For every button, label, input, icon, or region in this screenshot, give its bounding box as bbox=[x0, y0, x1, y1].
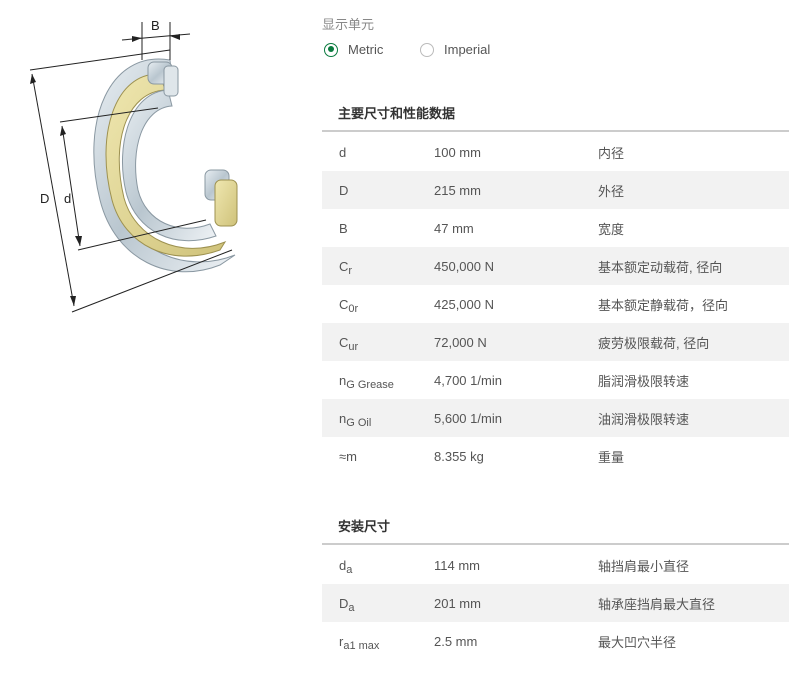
symbol-cell: D bbox=[339, 182, 349, 198]
description-cell: 基本额定动载荷, 径向 bbox=[598, 259, 723, 275]
table-row: B 47 mm 宽度 bbox=[322, 209, 789, 247]
table-row: da 114 mm 轴挡肩最小直径 bbox=[322, 546, 789, 584]
symbol-cell: C0r bbox=[339, 296, 359, 315]
description-cell: 疲劳极限载荷, 径向 bbox=[598, 335, 710, 351]
section-divider bbox=[322, 130, 789, 132]
table-row: nG Oil 5,600 1/min 油润滑极限转速 bbox=[322, 399, 789, 437]
imperial-label: Imperial bbox=[444, 42, 491, 57]
value-cell: 72,000 N bbox=[434, 334, 487, 350]
description-cell: 内径 bbox=[598, 145, 625, 161]
table-row: ≈m 8.355 kg 重量 bbox=[322, 437, 789, 475]
main-dimensions-table: d 100 mm 内径 D 215 mm 外径 B 47 mm 宽度 Cr 45… bbox=[322, 133, 789, 475]
description-cell: 轴承座挡肩最大直径 bbox=[598, 596, 716, 612]
section-divider bbox=[322, 543, 789, 545]
value-cell: 47 mm bbox=[434, 220, 474, 236]
metric-label: Metric bbox=[348, 42, 384, 57]
description-cell: 宽度 bbox=[598, 221, 625, 237]
description-cell: 重量 bbox=[598, 449, 625, 465]
description-cell: 轴挡肩最小直径 bbox=[598, 558, 690, 574]
symbol-cell: Cr bbox=[339, 258, 353, 277]
symbol-cell: B bbox=[339, 220, 348, 236]
symbol-cell: nG Oil bbox=[339, 410, 372, 429]
symbol-cell: d bbox=[339, 144, 347, 160]
symbol-cell: nG Grease bbox=[339, 372, 394, 391]
description-cell: 最大凹穴半径 bbox=[598, 634, 677, 650]
description-cell: 脂润滑极限转速 bbox=[598, 373, 690, 389]
table-row: Cur 72,000 N 疲劳极限载荷, 径向 bbox=[322, 323, 789, 361]
dimension-label-B: B bbox=[151, 18, 160, 33]
bearing-illustration: B D d bbox=[29, 18, 238, 313]
dimension-label-D: D bbox=[40, 191, 49, 206]
value-cell: 100 mm bbox=[434, 144, 481, 160]
mounting-dimensions-table: da 114 mm 轴挡肩最小直径 Da 201 mm 轴承座挡肩最大直径 ra… bbox=[322, 546, 789, 660]
value-cell: 114 mm bbox=[434, 557, 480, 573]
value-cell: 5,600 1/min bbox=[434, 410, 502, 426]
value-cell: 4,700 1/min bbox=[434, 372, 502, 388]
description-cell: 油润滑极限转速 bbox=[598, 411, 690, 427]
value-cell: 8.355 kg bbox=[434, 448, 484, 464]
value-cell: 425,000 N bbox=[434, 296, 494, 312]
mounting-dimensions-title: 安装尺寸 bbox=[338, 519, 391, 534]
symbol-cell: ≈m bbox=[339, 448, 357, 464]
main-dimensions-title: 主要尺寸和性能数据 bbox=[338, 106, 456, 121]
value-cell: 450,000 N bbox=[434, 258, 494, 274]
radio-checked-icon bbox=[324, 42, 338, 57]
table-row: d 100 mm 内径 bbox=[322, 133, 789, 171]
table-row: D 215 mm 外径 bbox=[322, 171, 789, 209]
value-cell: 215 mm bbox=[434, 182, 481, 198]
symbol-cell: Cur bbox=[339, 334, 359, 353]
imperial-radio[interactable]: Imperial bbox=[420, 42, 490, 57]
symbol-cell: ra1 max bbox=[339, 633, 380, 652]
symbol-cell: da bbox=[339, 557, 353, 576]
bearing-diagram: B D d bbox=[20, 10, 260, 320]
table-row: C0r 425,000 N 基本额定静载荷，径向 bbox=[322, 285, 789, 323]
table-row: Cr 450,000 N 基本额定动载荷, 径向 bbox=[322, 247, 789, 285]
metric-radio[interactable]: Metric bbox=[324, 42, 383, 57]
symbol-cell: Da bbox=[339, 595, 355, 614]
value-cell: 2.5 mm bbox=[434, 633, 478, 649]
dimension-label-d: d bbox=[64, 191, 71, 206]
description-cell: 外径 bbox=[598, 183, 625, 199]
description-cell: 基本额定静载荷，径向 bbox=[598, 297, 729, 313]
table-row: ra1 max 2.5 mm 最大凹穴半径 bbox=[322, 622, 789, 660]
value-cell: 201 mm bbox=[434, 595, 481, 611]
table-row: Da 201 mm 轴承座挡肩最大直径 bbox=[322, 584, 789, 622]
unit-selector-label: 显示单元 bbox=[322, 17, 375, 32]
table-row: nG Grease 4,700 1/min 脂润滑极限转速 bbox=[322, 361, 789, 399]
radio-unchecked-icon bbox=[420, 42, 434, 57]
